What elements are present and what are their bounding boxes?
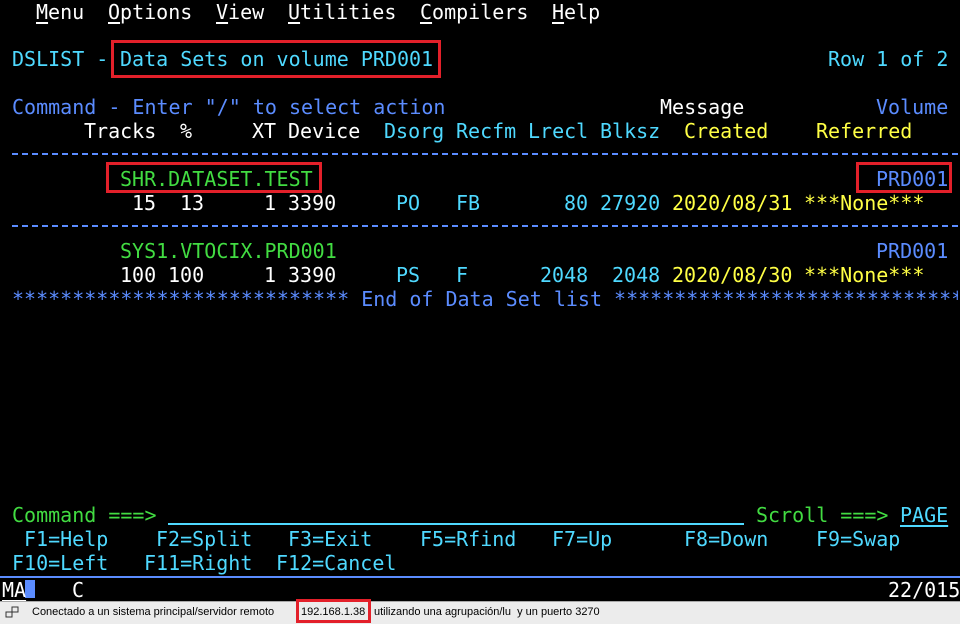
- menu-rest: enu: [48, 0, 85, 24]
- command-label: Command ===>: [12, 503, 157, 527]
- dataset-lrecl: 2048: [540, 263, 589, 287]
- dataset-blksz: 27920: [600, 191, 661, 215]
- dataset-name[interactable]: SYS1.VTOCIX.PRD001: [120, 239, 337, 263]
- highlight-title: [111, 40, 441, 78]
- command-input-underline: [168, 523, 744, 525]
- dataset-volume: PRD001: [876, 239, 949, 263]
- fkey-f5[interactable]: F5=Rfind: [420, 527, 516, 551]
- header-divider: [12, 153, 958, 155]
- dataset-blksz: 2048: [612, 263, 661, 287]
- menu-mnemonic: U: [288, 0, 301, 24]
- dataset-referred: ***None***: [804, 263, 925, 287]
- dataset-referred: ***None***: [804, 191, 925, 215]
- dataset-recfm: F: [456, 263, 469, 287]
- col-dsorg: Dsorg: [384, 119, 445, 143]
- col-message: Message: [660, 95, 745, 119]
- menu-rest: tilities: [300, 0, 397, 24]
- highlight-ip: [296, 599, 371, 623]
- menu-mnemonic: M: [36, 0, 49, 24]
- command-hint: Command - Enter "/" to select action: [12, 95, 446, 119]
- dataset-lrecl: 80: [564, 191, 589, 215]
- menu-item-view[interactable]: View: [216, 0, 264, 24]
- highlight-dataset-name: [106, 162, 322, 193]
- oia-indicator: C: [72, 578, 85, 602]
- col-lrecl: Lrecl: [528, 119, 589, 143]
- oia-mode: MA: [2, 578, 27, 602]
- status-text: Conectado a un sistema principal/servido…: [32, 606, 275, 618]
- scroll-input[interactable]: PAGE: [900, 503, 948, 527]
- scroll-label: Scroll ===>: [756, 503, 889, 527]
- dataset-device: 3390: [288, 191, 337, 215]
- fkey-f1[interactable]: F1=Help: [24, 527, 108, 551]
- col-tracks: Tracks: [84, 119, 157, 143]
- dataset-xt: 1: [264, 191, 277, 215]
- menu-item-utilities[interactable]: Utilities: [288, 0, 396, 24]
- fkey-f3[interactable]: F3=Exit: [288, 527, 372, 551]
- dataset-recfm: FB: [456, 191, 481, 215]
- highlight-volume: [856, 162, 952, 193]
- dataset-dsorg: PS: [396, 263, 421, 287]
- dataset-tracks: 15: [132, 191, 157, 215]
- oia-separator: [0, 576, 960, 578]
- connection-icon: [5, 606, 19, 618]
- col-referred: Referred: [816, 119, 913, 143]
- menu-rest: iew: [228, 0, 265, 24]
- dataset-created: 2020/08/30: [672, 263, 793, 287]
- oia-cursor-position: 22/015: [888, 578, 960, 602]
- menu-mnemonic: C: [420, 0, 433, 24]
- menu-item-options[interactable]: Options: [108, 0, 192, 24]
- menu-rest: ptions: [120, 0, 193, 24]
- menu-item-menu[interactable]: Menu: [36, 0, 84, 24]
- fkey-f8[interactable]: F8=Down: [684, 527, 768, 551]
- dataset-percent: 100: [168, 263, 205, 287]
- emulator-status-bar: Conectado a un sistema principal/servido…: [0, 601, 960, 624]
- menu-rest: ompilers: [432, 0, 529, 24]
- dataset-created: 2020/08/31: [672, 191, 793, 215]
- dataset-xt: 1: [264, 263, 277, 287]
- col-percent: %: [180, 119, 193, 143]
- dataset-device: 3390: [288, 263, 337, 287]
- fkey-f9[interactable]: F9=Swap: [816, 527, 900, 551]
- fkey-f12[interactable]: F12=Cancel: [276, 551, 396, 575]
- col-created: Created: [684, 119, 769, 143]
- col-blksz: Blksz: [600, 119, 661, 143]
- row-info: Row 1 of 2: [828, 47, 949, 71]
- row-divider: [12, 225, 958, 227]
- fkey-f11[interactable]: F11=Right: [144, 551, 252, 575]
- panel-id: DSLIST -: [12, 47, 109, 71]
- menu-mnemonic: O: [108, 0, 121, 24]
- fkey-f2[interactable]: F2=Split: [156, 527, 252, 551]
- col-device: Device: [288, 119, 361, 143]
- col-xt: XT: [252, 119, 277, 143]
- menu-mnemonic: H: [552, 0, 565, 24]
- menu-rest: elp: [564, 0, 601, 24]
- col-volume: Volume: [876, 95, 949, 119]
- dataset-tracks: 100: [120, 263, 157, 287]
- status-text-2: utilizando una agrupación/lu y un puerto…: [374, 606, 600, 618]
- fkey-f10[interactable]: F10=Left: [12, 551, 108, 575]
- end-of-list: **************************** End of Data…: [12, 287, 958, 311]
- fkey-f7[interactable]: F7=Up: [552, 527, 612, 551]
- menu-item-compilers[interactable]: Compilers: [420, 0, 528, 24]
- menu-mnemonic: V: [216, 0, 229, 24]
- dataset-dsorg: PO: [396, 191, 421, 215]
- text-cursor: [25, 580, 35, 598]
- col-recfm: Recfm: [456, 119, 517, 143]
- menu-item-help[interactable]: Help: [552, 0, 600, 24]
- dataset-percent: 13: [180, 191, 205, 215]
